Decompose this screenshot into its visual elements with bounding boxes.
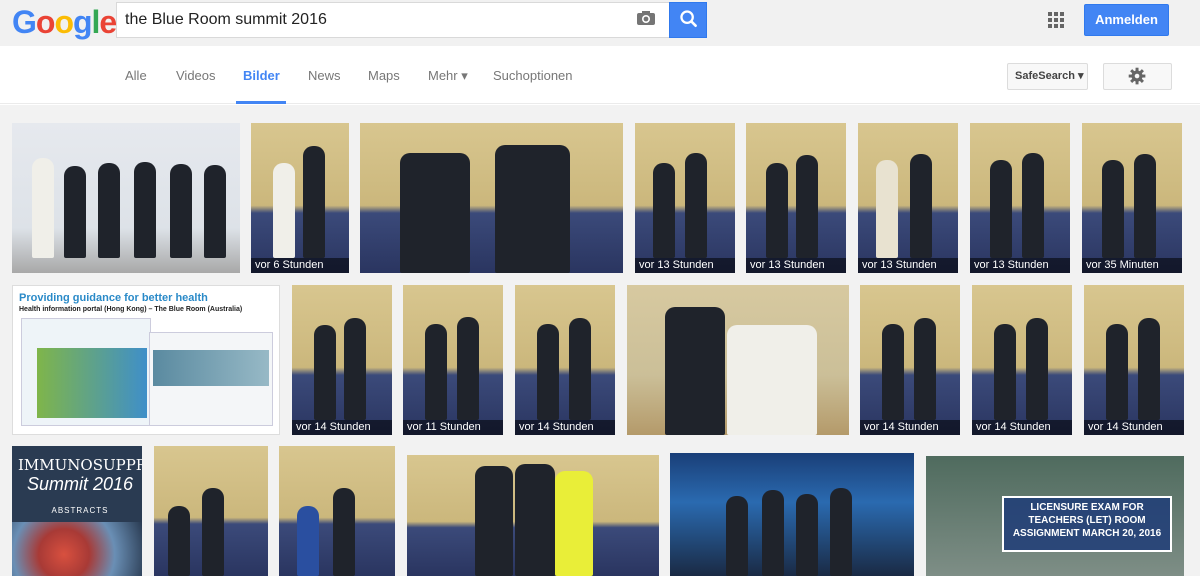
image-result[interactable]: Providing guidance for better health Hea… — [12, 285, 280, 435]
result-age-label: vor 11 Stunden — [403, 420, 503, 435]
result-age-label: vor 14 Stunden — [292, 420, 392, 435]
result-age-label: vor 13 Stunden — [970, 258, 1070, 273]
gear-icon — [1128, 67, 1146, 85]
image-result[interactable] — [670, 453, 914, 576]
logo-letter: g — [72, 4, 93, 40]
image-result[interactable] — [407, 455, 659, 576]
signin-button[interactable]: Anmelden — [1084, 4, 1169, 36]
result-age-label: vor 35 Minuten — [1082, 258, 1182, 273]
logo-letter: o — [35, 4, 56, 40]
image-result[interactable] — [154, 446, 268, 576]
result-age-label: vor 14 Stunden — [860, 420, 960, 435]
image-result[interactable]: vor 14 Stunden — [972, 285, 1072, 435]
google-logo[interactable]: Google — [12, 4, 117, 41]
search-input[interactable] — [125, 3, 625, 37]
image-result[interactable]: vor 6 Stunden — [251, 123, 349, 273]
settings-button[interactable] — [1103, 63, 1172, 90]
image-result[interactable]: vor 11 Stunden — [403, 285, 503, 435]
image-result[interactable] — [279, 446, 395, 576]
image-result[interactable]: vor 14 Stunden — [1084, 285, 1184, 435]
result-age-label: vor 13 Stunden — [635, 258, 735, 273]
tab-maps[interactable]: Maps — [368, 68, 400, 83]
search-tabs-bar: Alle Videos Bilder News Maps Mehr ▾ Such… — [0, 46, 1200, 104]
tab-news[interactable]: News — [308, 68, 341, 83]
image-result[interactable]: vor 14 Stunden — [860, 285, 960, 435]
image-result[interactable]: vor 35 Minuten — [1082, 123, 1182, 273]
tab-more[interactable]: Mehr ▾ — [428, 68, 468, 84]
apps-grid-icon[interactable] — [1048, 12, 1065, 29]
logo-letter: e — [99, 4, 117, 40]
result-subtitle: Summit 2016 — [26, 474, 134, 494]
tab-all[interactable]: Alle — [125, 68, 147, 83]
tab-images[interactable]: Bilder — [243, 68, 280, 83]
result-age-label: vor 14 Stunden — [972, 420, 1072, 435]
result-subtitle: Health information portal (Hong Kong) – … — [19, 306, 243, 313]
safesearch-button[interactable]: SafeSearch ▾ — [1007, 63, 1088, 90]
logo-letter: G — [12, 4, 37, 40]
image-result[interactable]: vor 13 Stunden — [970, 123, 1070, 273]
image-result[interactable]: vor 14 Stunden — [292, 285, 392, 435]
search-button[interactable] — [669, 2, 707, 38]
camera-icon[interactable] — [636, 10, 656, 26]
result-age-label: vor 6 Stunden — [251, 258, 349, 273]
image-results-grid: vor 6 Stunden vor 13 Stunden vor 13 Stun… — [0, 105, 1200, 576]
image-result[interactable] — [627, 285, 849, 435]
image-result[interactable]: vor 13 Stunden — [746, 123, 846, 273]
logo-letter: l — [91, 4, 101, 40]
result-age-label: vor 13 Stunden — [746, 258, 846, 273]
image-result[interactable] — [12, 123, 240, 273]
image-result[interactable]: LICENSURE EXAM FOR TEACHERS (LET) ROOM A… — [926, 456, 1184, 576]
logo-letter: o — [54, 4, 74, 40]
image-result[interactable]: vor 13 Stunden — [858, 123, 958, 273]
result-age-label: vor 14 Stunden — [1084, 420, 1184, 435]
image-result[interactable]: IMMUNOSUPPRESSION Summit 2016 ABSTRACTS — [12, 446, 142, 576]
tab-videos[interactable]: Videos — [176, 68, 216, 83]
result-title: Providing guidance for better health — [19, 292, 208, 304]
tab-search-options[interactable]: Suchoptionen — [493, 68, 573, 83]
image-result[interactable]: vor 13 Stunden — [635, 123, 735, 273]
result-caption: ABSTRACTS — [51, 506, 109, 515]
search-icon — [680, 10, 697, 27]
result-age-label: vor 14 Stunden — [515, 420, 615, 435]
result-age-label: vor 13 Stunden — [858, 258, 958, 273]
active-tab-indicator — [236, 101, 286, 104]
image-result[interactable]: vor 14 Stunden — [515, 285, 615, 435]
image-result[interactable] — [360, 123, 623, 273]
result-caption: LICENSURE EXAM FOR TEACHERS (LET) ROOM A… — [1002, 496, 1172, 552]
search-box — [116, 2, 669, 38]
top-bar: Google Anmelden — [0, 0, 1200, 46]
result-title: IMMUNOSUPPRESSION — [18, 456, 142, 474]
